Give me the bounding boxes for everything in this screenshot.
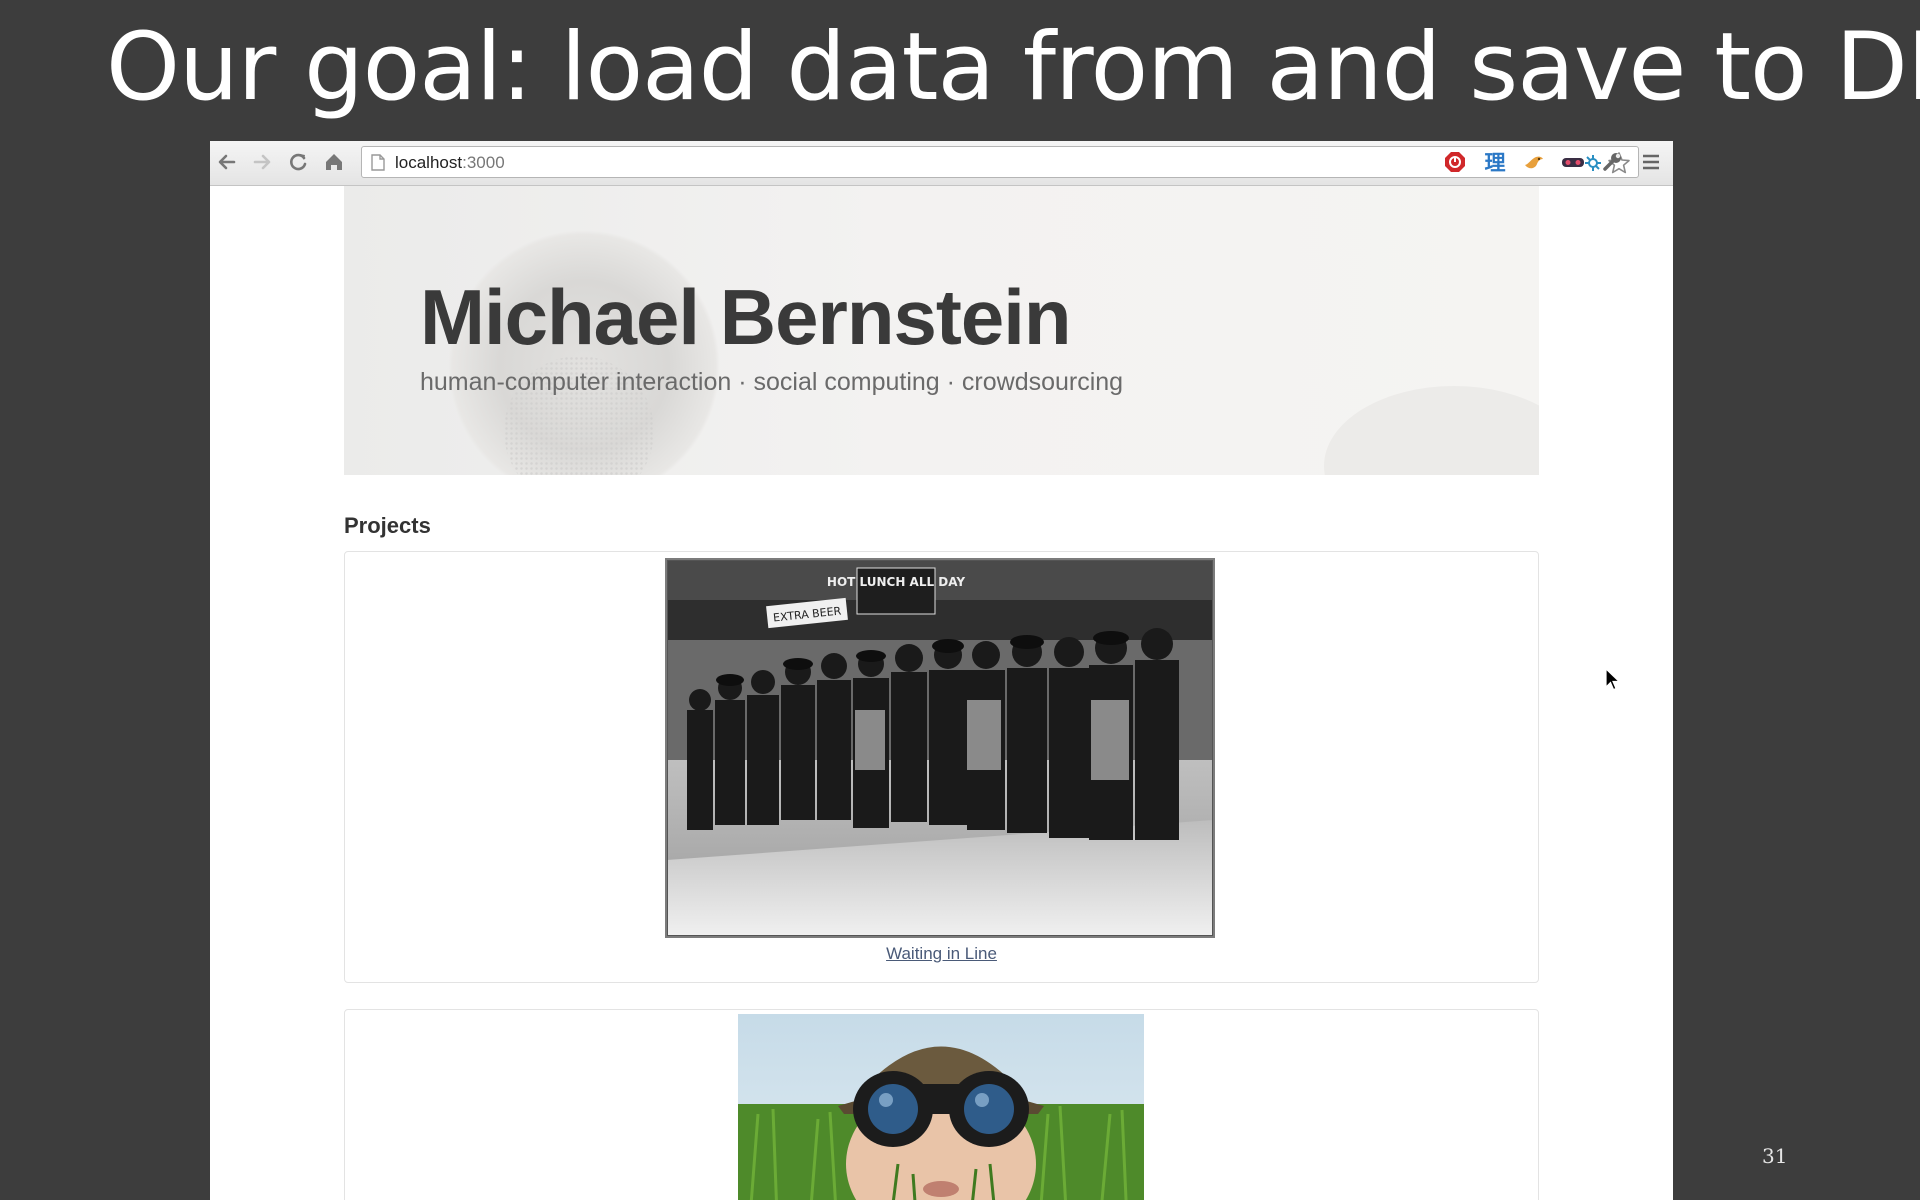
home-icon[interactable] [321, 149, 347, 175]
bird-extension-icon[interactable] [1521, 149, 1547, 175]
banner-decoration-right [1324, 386, 1539, 475]
webpage: Michael Bernstein human-computer interac… [210, 186, 1673, 1200]
incognito-mask-icon[interactable] [1560, 149, 1586, 175]
forward-arrow-icon[interactable] [249, 149, 275, 175]
slide-title: Our goal: load data from and save to DB [106, 13, 1920, 122]
site-title: Michael Bernstein [420, 273, 1072, 361]
browser-toolbar: localhost:3000 理 [210, 141, 1673, 186]
svg-text:HOT LUNCH ALL DAY: HOT LUNCH ALL DAY [827, 575, 965, 589]
page-icon [371, 154, 385, 176]
slide-number: 31 [1762, 1144, 1788, 1168]
projects-heading: Projects [344, 513, 431, 538]
back-arrow-icon[interactable] [214, 149, 240, 175]
wrench-icon[interactable] [1599, 149, 1625, 175]
menu-hamburger-icon[interactable] [1638, 149, 1664, 175]
site-tagline: human-computer interaction · social comp… [420, 368, 1124, 396]
project-card: HOT LUNCH ALL DAY EXTRA BEER Waiting in … [344, 551, 1539, 983]
dictionary-extension-icon[interactable]: 理 [1482, 149, 1508, 175]
url-text: localhost:3000 [395, 153, 505, 172]
reload-icon[interactable] [285, 149, 311, 175]
adblock-icon[interactable] [1442, 149, 1468, 175]
header-banner: Michael Bernstein human-computer interac… [344, 186, 1539, 475]
project-link[interactable]: Waiting in Line [345, 944, 1538, 964]
mouse-cursor-icon [1605, 667, 1621, 697]
browser-window: localhost:3000 理 Michael Bernstein human… [210, 141, 1673, 1200]
project-image-binoculars[interactable] [738, 1014, 1144, 1200]
project-card [344, 1009, 1539, 1200]
project-image-waiting-in-line[interactable]: HOT LUNCH ALL DAY EXTRA BEER [665, 558, 1215, 938]
